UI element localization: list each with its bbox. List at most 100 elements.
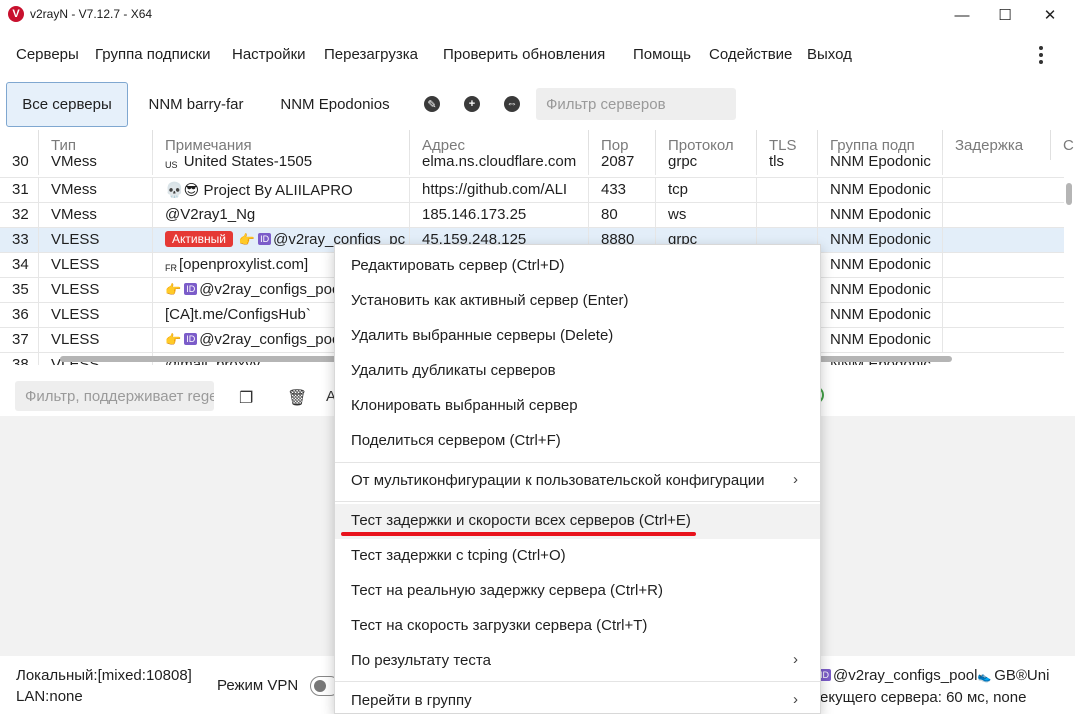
id-icon: ID xyxy=(258,233,272,245)
close-button[interactable]: ✕ xyxy=(1027,0,1073,30)
row-type: VLESS xyxy=(38,253,152,278)
menu-exit[interactable]: Выход xyxy=(807,46,852,63)
ctx-move-to-group-label: Перейти в группу xyxy=(351,692,472,709)
row-latency xyxy=(942,228,1050,253)
ctx-tcping-test[interactable]: Тест задержки с tcping (Ctrl+O) xyxy=(335,539,820,574)
vertical-scrollbar-thumb[interactable] xyxy=(1066,183,1072,205)
row-port: 2087 xyxy=(588,150,655,175)
red-highlight-underline xyxy=(341,532,696,536)
ctx-clone-server[interactable]: Клонировать выбранный сервер xyxy=(335,389,820,424)
ctx-move-to-group[interactable]: Перейти в группу › xyxy=(335,684,820,714)
add-icon[interactable]: + xyxy=(464,96,480,112)
tab-nnm-barry-far[interactable]: NNM barry-far xyxy=(135,82,257,127)
more-menu-icon[interactable] xyxy=(1031,43,1051,67)
row-protocol: ws xyxy=(655,203,756,228)
row-number: 37 xyxy=(12,331,29,348)
row-type: VMess xyxy=(38,178,152,203)
row-protocol: grpc xyxy=(655,150,756,175)
row-port: 80 xyxy=(588,203,655,228)
server-filter-input[interactable]: Фильтр серверов xyxy=(536,88,736,120)
log-filter-input[interactable]: Фильтр, поддерживает regex xyxy=(15,381,214,411)
id-icon: ID xyxy=(184,333,198,345)
title-bar: V v2rayN - V7.12.7 - X64 — ☐ ✕ xyxy=(0,0,1075,30)
menu-help[interactable]: Помощь xyxy=(633,46,691,63)
flag-code: FR xyxy=(165,263,177,273)
v2rayn-logo-icon: V xyxy=(8,6,24,22)
ctx-download-speed-test[interactable]: Тест на скорость загрузки сервера (Ctrl+… xyxy=(335,609,820,644)
pointing-hand-icon: 👉 xyxy=(238,232,256,247)
table-row[interactable]: 30 VMess US United States-1505 elma.ns.c… xyxy=(0,150,1064,178)
row-tls xyxy=(756,203,817,228)
ctx-sort-by-test-result[interactable]: По результату теста › xyxy=(335,644,820,679)
ctx-edit-server[interactable]: Редактировать сервер (Ctrl+D) xyxy=(335,249,820,284)
active-badge: Активный xyxy=(165,231,233,247)
menu-bar: Серверы Группа подписки Настройки Переза… xyxy=(0,38,1075,72)
vpn-mode-label: Режим VPN xyxy=(217,677,299,694)
menu-separator xyxy=(335,501,820,502)
menu-restart[interactable]: Перезагрузка xyxy=(324,46,418,63)
row-number: 31 xyxy=(12,181,29,198)
menu-servers[interactable]: Серверы xyxy=(16,46,79,63)
row-remark-text: [openproxylist.com] xyxy=(179,256,309,273)
row-number: 34 xyxy=(12,256,29,273)
menu-check-updates[interactable]: Проверить обновления xyxy=(443,46,605,63)
row-latency xyxy=(942,278,1050,303)
tab-nnm-epodonios[interactable]: NNM Epodonios xyxy=(268,82,402,127)
pointing-hand-icon: 👉 xyxy=(165,282,182,297)
row-number: 30 xyxy=(12,153,29,170)
row-group: NNM Epodonic xyxy=(817,253,942,278)
row-remark: @V2ray1_Ng xyxy=(152,203,409,228)
minimize-button[interactable]: — xyxy=(939,0,985,30)
menu-settings[interactable]: Настройки xyxy=(232,46,306,63)
pointing-hand-icon: 👉 xyxy=(165,332,182,347)
ctx-set-active-server[interactable]: Установить как активный сервер (Enter) xyxy=(335,284,820,319)
row-address: elma.ns.cloudflare.com xyxy=(409,150,588,175)
ctx-delete-selected[interactable]: Удалить выбранные серверы (Delete) xyxy=(335,319,820,354)
row-type: VLESS xyxy=(38,303,152,328)
menu-separator xyxy=(335,462,820,463)
menu-separator xyxy=(335,681,820,682)
row-group: NNM Epodonic xyxy=(817,328,942,353)
row-latency xyxy=(942,253,1050,278)
row-latency xyxy=(942,150,1050,175)
menu-subscription-group[interactable]: Группа подписки xyxy=(95,46,211,63)
move-icon[interactable]: ⇔ xyxy=(504,96,520,112)
row-group: NNM Epodonic xyxy=(817,303,942,328)
row-type: VMess xyxy=(38,150,152,175)
chevron-right-icon: › xyxy=(793,651,798,668)
ctx-real-delay-test[interactable]: Тест на реальную задержку сервера (Ctrl+… xyxy=(335,574,820,609)
maximize-button[interactable]: ☐ xyxy=(982,0,1028,30)
row-tls: tls xyxy=(756,150,817,175)
row-number: 38 xyxy=(12,356,29,365)
table-row[interactable]: 32 VMess @V2ray1_Ng 185.146.173.25 80 ws… xyxy=(0,203,1064,228)
row-remark: US United States-1505 xyxy=(152,150,409,175)
row-protocol: tcp xyxy=(655,178,756,203)
trash-icon[interactable]: 🗑 xyxy=(287,388,307,408)
window-title: v2rayN - V7.12.7 - X64 xyxy=(30,7,153,21)
latency-status: екущего сервера: 60 мс, none xyxy=(820,689,1027,706)
row-group: NNM Epodonic xyxy=(817,278,942,303)
row-type: VMess xyxy=(38,203,152,228)
row-remark-text: @v2ray_configs_poc xyxy=(199,331,340,348)
tab-all-servers[interactable]: Все серверы xyxy=(6,82,128,127)
row-number: 35 xyxy=(12,281,29,298)
ctx-delete-duplicates[interactable]: Удалить дубликаты серверов xyxy=(335,354,820,389)
menu-contribute[interactable]: Содействие xyxy=(709,46,792,63)
ctx-multi-to-custom[interactable]: От мультиконфигурации к пользовательской… xyxy=(335,464,820,499)
row-remark-text: United States-1505 xyxy=(183,153,313,170)
current-server-info: ID @v2ray_configs_pool👟 GB®Uni xyxy=(818,667,1049,684)
edit-icon[interactable]: ✎ xyxy=(424,96,440,112)
ctx-multi-to-custom-label: От мультиконфигурации к пользовательской… xyxy=(351,472,765,489)
row-number: 33 xyxy=(12,231,29,248)
row-group: NNM Epodonic xyxy=(817,203,942,228)
row-latency xyxy=(942,178,1050,203)
row-latency xyxy=(942,203,1050,228)
ctx-share-server[interactable]: Поделиться сервером (Ctrl+F) xyxy=(335,424,820,459)
row-tls xyxy=(756,178,817,203)
context-menu: Редактировать сервер (Ctrl+D) Установить… xyxy=(334,244,821,714)
flag-code: US xyxy=(165,160,178,170)
sneaker-icon: 👟 xyxy=(977,671,992,683)
table-row[interactable]: 31 VMess 💀😎 Project By ALIILAPRO https:/… xyxy=(0,178,1064,203)
lan-status: LAN:none xyxy=(16,688,83,705)
copy-icon[interactable]: ❐ xyxy=(239,388,253,408)
